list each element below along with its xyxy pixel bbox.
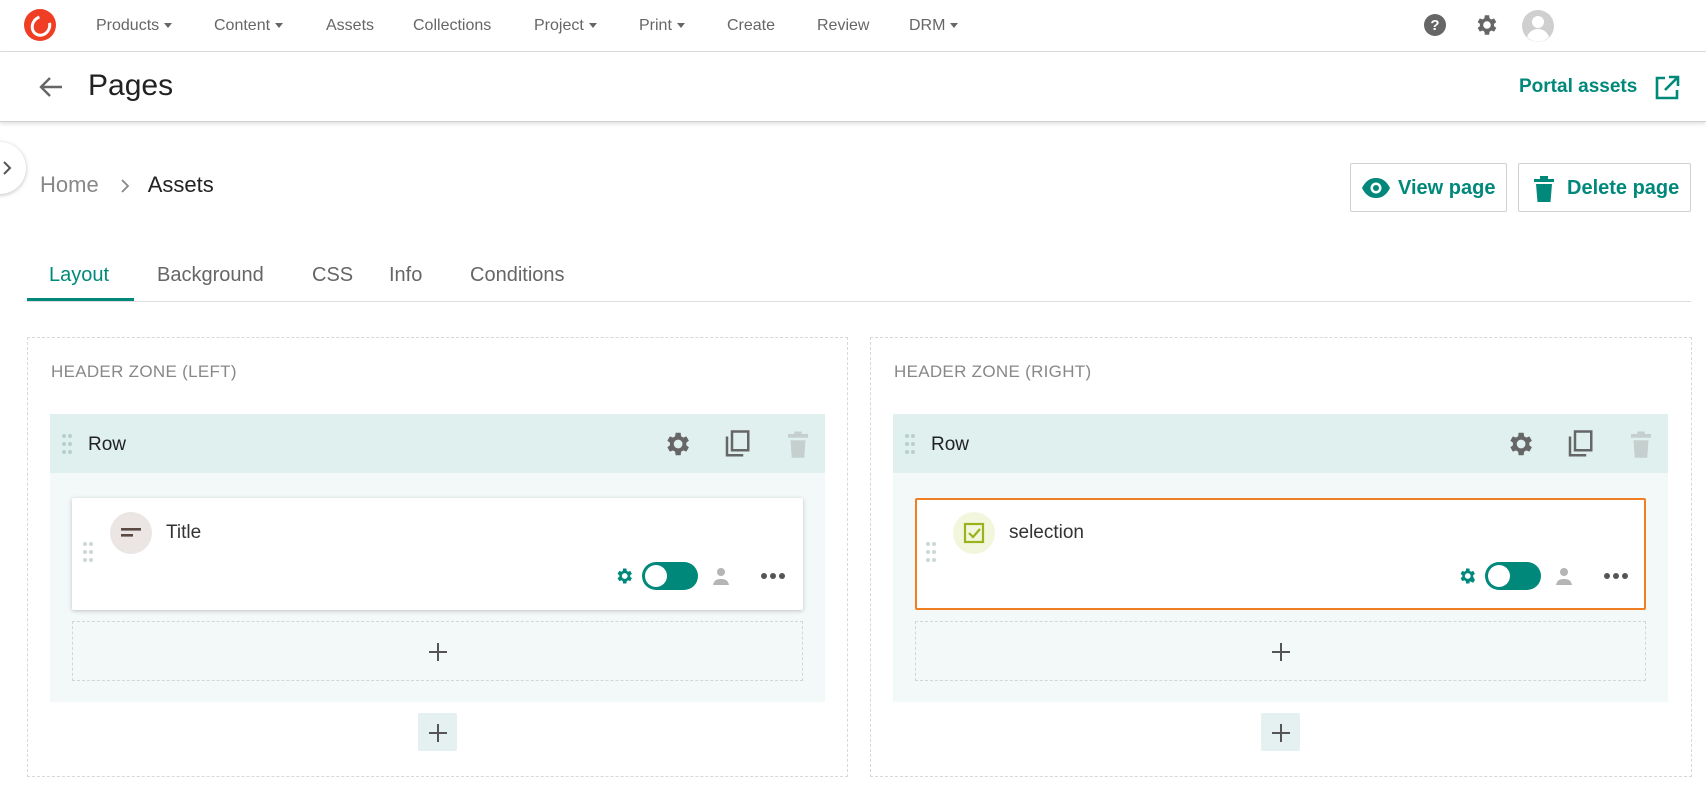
chevron-right-icon bbox=[121, 179, 130, 193]
nav-project[interactable]: Project bbox=[534, 17, 597, 35]
delete-trash-icon[interactable] bbox=[1626, 429, 1656, 459]
view-page-button[interactable]: View page bbox=[1350, 163, 1507, 212]
add-row-button[interactable] bbox=[1261, 713, 1300, 751]
person-visibility-icon[interactable] bbox=[712, 566, 730, 586]
drag-handle-icon[interactable] bbox=[904, 433, 916, 455]
nav-products[interactable]: Products bbox=[96, 17, 173, 35]
external-link-icon[interactable] bbox=[1653, 74, 1681, 102]
drag-handle-icon[interactable] bbox=[61, 433, 73, 455]
nav-collections[interactable]: Collections bbox=[413, 17, 491, 35]
breadcrumb-current: Assets bbox=[147, 172, 214, 197]
top-navigation: Products Content Assets Collections Proj… bbox=[0, 0, 1706, 52]
breadcrumb: Home Assets bbox=[40, 172, 214, 198]
row-header: Row bbox=[50, 414, 825, 473]
header-zone-right: HEADER ZONE (RIGHT) Row selection bbox=[870, 337, 1692, 777]
widget-title: selection bbox=[1009, 522, 1084, 543]
layout-row: Row bbox=[893, 414, 1668, 702]
breadcrumb-home[interactable]: Home bbox=[40, 172, 99, 197]
text-lines-icon bbox=[121, 528, 141, 537]
sitecore-logo[interactable] bbox=[24, 9, 56, 41]
header-zone-left: HEADER ZONE (LEFT) Row Title bbox=[27, 337, 848, 777]
widget-card-selected[interactable]: selection bbox=[915, 498, 1646, 610]
page-title: Pages bbox=[88, 69, 174, 102]
nav-print[interactable]: Print bbox=[639, 17, 685, 35]
widget-type-badge bbox=[953, 512, 995, 554]
duplicate-copy-icon[interactable] bbox=[722, 429, 752, 459]
row-header: Row bbox=[893, 414, 1668, 473]
add-widget-slot[interactable] bbox=[915, 621, 1646, 681]
row-title: Row bbox=[88, 434, 127, 455]
user-avatar-icon[interactable] bbox=[1522, 10, 1554, 42]
page-header: Pages Portal assets bbox=[0, 52, 1706, 122]
plus-icon bbox=[1272, 724, 1290, 742]
zone-label: HEADER ZONE (RIGHT) bbox=[894, 362, 1092, 381]
nav-content[interactable]: Content bbox=[214, 17, 284, 35]
caret-down-icon bbox=[950, 23, 959, 29]
row-settings-gear-icon[interactable] bbox=[662, 429, 692, 459]
zone-label: HEADER ZONE (LEFT) bbox=[51, 362, 237, 381]
add-row-button[interactable] bbox=[418, 713, 457, 751]
widget-settings-gear-icon[interactable] bbox=[614, 566, 634, 586]
nav-assets[interactable]: Assets bbox=[326, 17, 374, 35]
sidebar-expand-toggle[interactable] bbox=[0, 142, 26, 194]
drag-handle-icon[interactable] bbox=[925, 541, 937, 563]
caret-down-icon bbox=[275, 23, 284, 29]
toggle-knob bbox=[1488, 565, 1510, 587]
drag-handle-icon[interactable] bbox=[82, 541, 94, 563]
widget-settings-gear-icon[interactable] bbox=[1457, 566, 1477, 586]
more-options-icon[interactable] bbox=[760, 572, 786, 580]
nav-drm[interactable]: DRM bbox=[909, 17, 959, 35]
add-widget-slot[interactable] bbox=[72, 621, 803, 681]
row-title: Row bbox=[931, 434, 970, 455]
more-options-icon[interactable] bbox=[1603, 572, 1629, 580]
caret-down-icon bbox=[164, 23, 173, 29]
person-visibility-icon[interactable] bbox=[1555, 566, 1573, 586]
page-tabs: Layout Background CSS Info Conditions bbox=[27, 252, 1691, 302]
widget-enabled-toggle[interactable] bbox=[1485, 562, 1541, 590]
tab-conditions[interactable]: Conditions bbox=[470, 264, 565, 287]
back-arrow-icon[interactable] bbox=[38, 75, 64, 99]
caret-down-icon bbox=[676, 23, 685, 29]
widget-type-badge bbox=[110, 512, 152, 554]
tab-info[interactable]: Info bbox=[389, 264, 422, 287]
layout-row: Row bbox=[50, 414, 825, 702]
plus-icon bbox=[1272, 643, 1290, 661]
plus-icon bbox=[429, 724, 447, 742]
widget-enabled-toggle[interactable] bbox=[642, 562, 698, 590]
duplicate-copy-icon[interactable] bbox=[1565, 429, 1595, 459]
portal-assets-link[interactable]: Portal assets bbox=[1519, 76, 1637, 98]
active-tab-indicator bbox=[27, 298, 134, 301]
help-icon[interactable]: ? bbox=[1422, 12, 1448, 38]
nav-review[interactable]: Review bbox=[817, 17, 869, 35]
row-settings-gear-icon[interactable] bbox=[1505, 429, 1535, 459]
nav-create[interactable]: Create bbox=[727, 17, 775, 35]
toggle-knob bbox=[645, 565, 667, 587]
checkbox-checked-icon bbox=[963, 522, 985, 544]
widget-title: Title bbox=[166, 522, 202, 543]
eye-icon bbox=[1362, 178, 1390, 198]
trash-icon bbox=[1534, 176, 1554, 202]
caret-down-icon bbox=[588, 23, 597, 29]
chevron-right-icon bbox=[3, 161, 12, 175]
widget-card[interactable]: Title bbox=[72, 498, 803, 610]
plus-icon bbox=[429, 643, 447, 661]
delete-page-button[interactable]: Delete page bbox=[1518, 163, 1691, 212]
tab-layout[interactable]: Layout bbox=[49, 264, 109, 287]
tab-background[interactable]: Background bbox=[157, 264, 264, 287]
tab-css[interactable]: CSS bbox=[312, 264, 353, 287]
settings-gear-icon[interactable] bbox=[1473, 12, 1499, 38]
svg-text:?: ? bbox=[1430, 17, 1439, 34]
delete-trash-icon[interactable] bbox=[783, 429, 813, 459]
